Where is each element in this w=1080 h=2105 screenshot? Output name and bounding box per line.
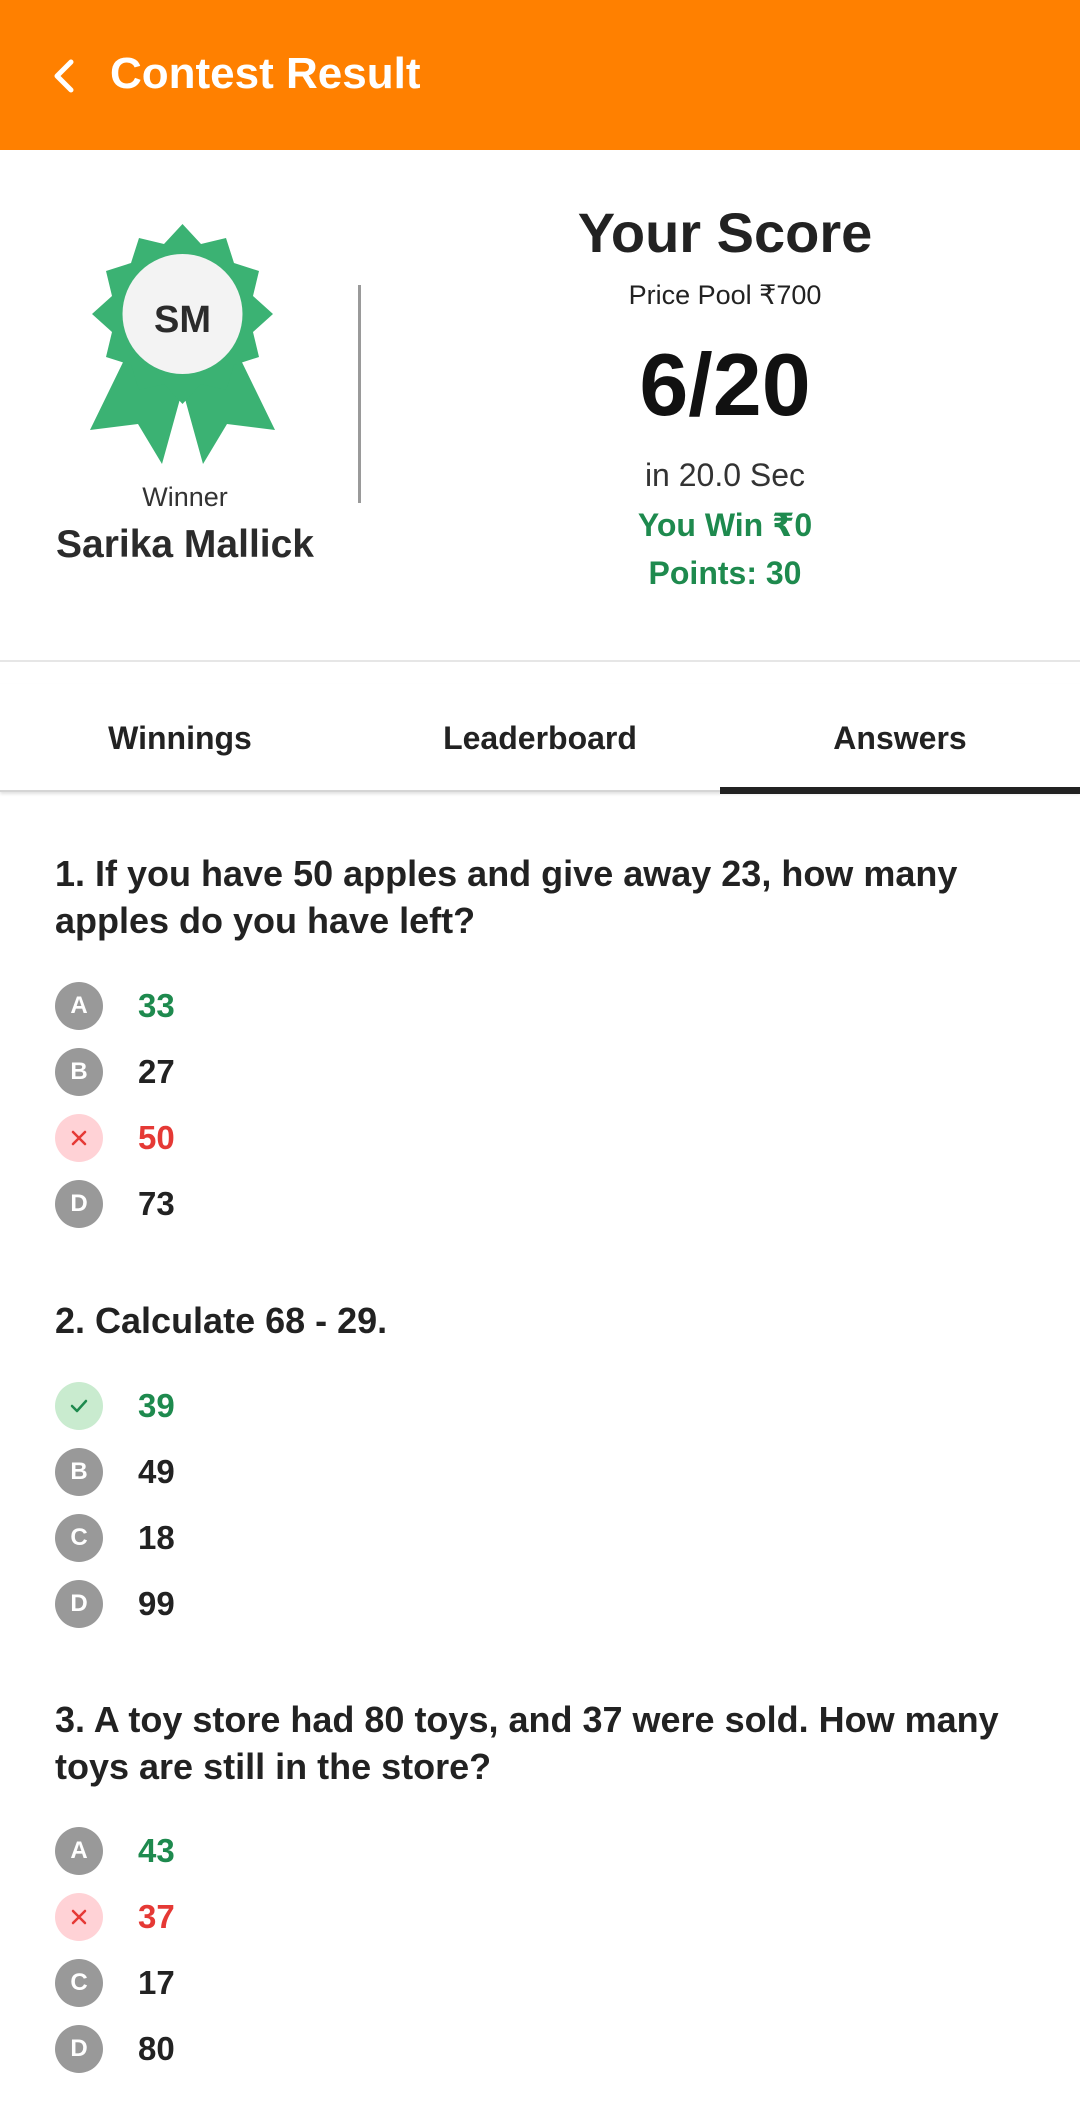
award-rosette-icon	[90, 224, 275, 464]
option-row[interactable]: D 99	[55, 1580, 555, 1628]
tab-bar: Winnings Leaderboard Answers	[0, 684, 1080, 794]
option-letter-a: A	[55, 982, 103, 1030]
score-card: SM Winner Sarika Mallick Your Score Pric…	[0, 150, 1080, 662]
prize-pool: Price Pool ₹700	[628, 280, 822, 310]
winner-initials: SM	[154, 299, 211, 341]
option-row[interactable]: D 73	[55, 1180, 555, 1228]
option-text: 73	[138, 1185, 175, 1222]
winner-name: Sarika Mallick	[56, 523, 314, 566]
option-text: 17	[138, 1964, 175, 2001]
winner-label: Winner	[142, 482, 228, 512]
tab-answers[interactable]: Answers	[720, 684, 1080, 794]
option-row[interactable]: 39	[55, 1382, 555, 1430]
option-row[interactable]: D 80	[55, 2025, 555, 2073]
option-row[interactable]: 50	[55, 1114, 555, 1162]
tab-leaderboard[interactable]: Leaderboard	[360, 684, 720, 792]
option-letter-b: B	[55, 1048, 103, 1096]
option-text: 43	[138, 1832, 175, 1869]
question-text: 1. If you have 50 apples and give away 2…	[55, 853, 958, 941]
question-text: 2. Calculate 68 - 29.	[55, 1300, 388, 1341]
option-letter-b: B	[55, 1448, 103, 1496]
option-text: 99	[138, 1585, 175, 1622]
option-text: 39	[138, 1387, 175, 1424]
chevron-left-icon	[54, 59, 74, 93]
cross-icon	[55, 1114, 103, 1162]
option-letter-c: C	[55, 1514, 103, 1562]
app-bar: Contest Result	[0, 0, 1080, 150]
tab-winnings[interactable]: Winnings	[0, 684, 360, 792]
option-row[interactable]: A 43	[55, 1827, 555, 1875]
option-row[interactable]: B 27	[55, 1048, 555, 1096]
option-text: 18	[138, 1519, 175, 1556]
option-row[interactable]: B 49	[55, 1448, 555, 1496]
option-text: 37	[138, 1898, 175, 1935]
option-letter-d: D	[55, 1580, 103, 1628]
option-row[interactable]: 37	[55, 1893, 555, 1941]
option-row[interactable]: C 17	[55, 1959, 555, 2007]
option-letter-d: D	[55, 2025, 103, 2073]
option-row[interactable]: C 18	[55, 1514, 555, 1562]
back-button[interactable]	[34, 45, 96, 107]
question-text: 3. A toy store had 80 toys, and 37 were …	[55, 1699, 999, 1787]
score-value: 6/20	[639, 335, 811, 434]
option-text: 80	[138, 2030, 175, 2067]
divider	[358, 285, 361, 503]
page-title: Contest Result	[110, 49, 421, 98]
time-taken: in 20.0 Sec	[644, 457, 806, 493]
option-letter-c: C	[55, 1959, 103, 2007]
option-text: 50	[138, 1119, 175, 1156]
option-text: 27	[138, 1053, 175, 1090]
option-row[interactable]: A 33	[55, 982, 555, 1030]
win-amount: You Win ₹0	[637, 507, 813, 543]
option-text: 33	[138, 987, 175, 1024]
cross-icon	[55, 1893, 103, 1941]
option-text: 49	[138, 1453, 175, 1490]
points: Points: 30	[648, 555, 802, 591]
option-letter-d: D	[55, 1180, 103, 1228]
score-title: Your Score	[577, 201, 873, 264]
check-icon	[55, 1382, 103, 1430]
option-letter-a: A	[55, 1827, 103, 1875]
